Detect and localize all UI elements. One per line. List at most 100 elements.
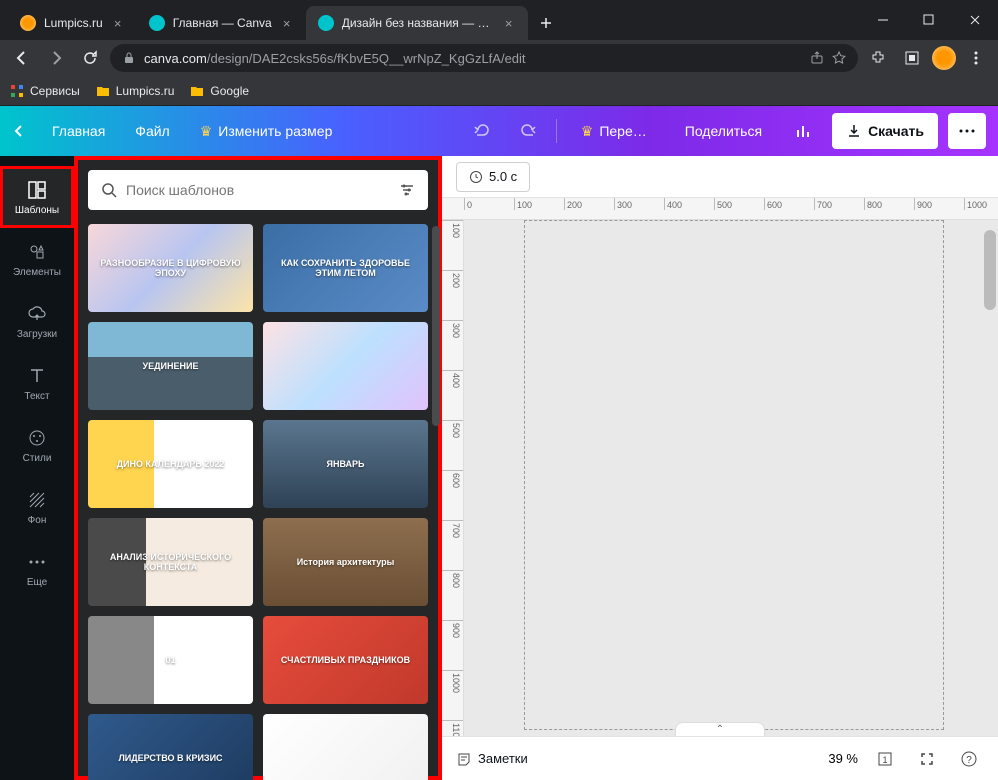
menu-icon[interactable] <box>962 44 990 72</box>
sidebar-item-background[interactable]: Фон <box>0 476 74 538</box>
zoom-value[interactable]: 39 % <box>828 751 858 766</box>
more-button[interactable] <box>948 113 986 149</box>
profile-avatar[interactable] <box>932 46 956 70</box>
ruler-tick: 500 <box>714 198 764 210</box>
template-card-6[interactable]: АНАЛИЗ ИСТОРИЧЕСКОГО КОНТЕКСТА <box>88 518 253 606</box>
star-icon[interactable] <box>832 51 846 65</box>
reload-button[interactable] <box>76 44 104 72</box>
notes-button[interactable]: Заметки <box>456 751 528 767</box>
close-icon[interactable]: × <box>111 16 125 30</box>
canvas-viewport[interactable] <box>464 220 998 780</box>
filters-icon[interactable] <box>398 181 416 199</box>
forward-button[interactable] <box>42 44 70 72</box>
sidebar-item-uploads[interactable]: Загрузки <box>0 290 74 352</box>
download-button[interactable]: Скачать <box>832 113 938 149</box>
bookmark-google[interactable]: Google <box>190 84 249 98</box>
extensions-icon[interactable] <box>864 44 892 72</box>
rail-label: Стили <box>23 453 52 464</box>
design-page[interactable] <box>524 220 944 730</box>
template-card-8[interactable]: 01 <box>88 616 253 704</box>
sidebar-item-styles[interactable]: Стили <box>0 414 74 476</box>
bookmark-lumpics[interactable]: Lumpics.ru <box>96 84 175 98</box>
undo-button[interactable] <box>464 113 500 149</box>
clock-icon <box>469 170 483 184</box>
publish-button[interactable]: ♛Пере… <box>567 113 661 149</box>
close-icon[interactable]: × <box>280 16 294 30</box>
duration-value: 5.0 с <box>489 169 517 184</box>
template-card-5[interactable]: ЯНВАРЬ <box>263 420 428 508</box>
close-icon[interactable]: × <box>502 16 516 30</box>
resize-label: Изменить размер <box>218 123 332 139</box>
template-title: ЯНВАРЬ <box>323 455 369 473</box>
template-card-9[interactable]: СЧАСТЛИВЫХ ПРАЗДНИКОВ <box>263 616 428 704</box>
search-box[interactable] <box>88 170 428 210</box>
templates-grid: РАЗНООБРАЗИЕ В ЦИФРОВУЮ ЭПОХУ КАК СОХРАНИ… <box>88 224 428 780</box>
bookmark-label: Google <box>210 84 249 98</box>
duration-chip[interactable]: 5.0 с <box>456 162 530 192</box>
browser-tab-2[interactable]: Дизайн без названия — 1920 × <box>306 6 528 40</box>
share-button[interactable]: Поделиться <box>671 113 776 149</box>
template-card-1[interactable]: КАК СОХРАНИТЬ ЗДОРОВЬЕ ЭТИМ ЛЕТОМ <box>263 224 428 312</box>
template-card-0[interactable]: РАЗНООБРАЗИЕ В ЦИФРОВУЮ ЭПОХУ <box>88 224 253 312</box>
fullscreen-button[interactable] <box>912 744 942 774</box>
help-button[interactable]: ? <box>954 744 984 774</box>
lock-icon <box>122 51 136 65</box>
app-icon[interactable] <box>898 44 926 72</box>
download-label: Скачать <box>868 123 924 139</box>
text-icon <box>26 365 48 387</box>
template-title: История архитектуры <box>293 553 399 571</box>
ruler-tick: 300 <box>614 198 664 210</box>
ruler-horizontal: 01002003004005006007008009001000 <box>442 198 998 220</box>
template-card-10[interactable]: ЛИДЕРСТВО В КРИЗИС <box>88 714 253 780</box>
resize-button[interactable]: ♛ Изменить размер <box>190 115 343 148</box>
template-card-4[interactable]: ДИНО КАЛЕНДАРЬ 2022 <box>88 420 253 508</box>
new-tab-button[interactable] <box>532 9 560 37</box>
template-title: СЧАСТЛИВЫХ ПРАЗДНИКОВ <box>277 651 414 669</box>
crown-icon: ♛ <box>200 123 213 140</box>
maximize-button[interactable] <box>906 0 952 40</box>
bookmark-apps[interactable]: Сервисы <box>10 84 80 98</box>
close-button[interactable] <box>952 0 998 40</box>
redo-button[interactable] <box>510 113 546 149</box>
svg-text:?: ? <box>966 755 972 766</box>
template-card-11[interactable] <box>263 714 428 780</box>
pages-button[interactable]: 1 <box>870 744 900 774</box>
template-card-3[interactable] <box>263 322 428 410</box>
minimize-button[interactable] <box>860 0 906 40</box>
file-menu[interactable]: Файл <box>125 115 179 147</box>
bookmark-label: Lumpics.ru <box>116 84 175 98</box>
sidebar-item-elements[interactable]: Элементы <box>0 228 74 290</box>
search-input[interactable] <box>126 182 390 198</box>
bookmarks-bar: Сервисы Lumpics.ru Google <box>0 76 998 106</box>
ruler-tick: 1000 <box>442 670 463 720</box>
chart-publish-icon[interactable] <box>786 113 822 149</box>
template-title: ЛИДЕРСТВО В КРИЗИС <box>114 749 226 767</box>
panel-scrollbar[interactable] <box>432 226 440 426</box>
window-controls <box>860 0 998 40</box>
template-card-2[interactable]: УЕДИНЕНИЕ <box>88 322 253 410</box>
sidebar-item-text[interactable]: Текст <box>0 352 74 414</box>
template-title: РАЗНООБРАЗИЕ В ЦИФРОВУЮ ЭПОХУ <box>88 254 253 282</box>
collapse-handle[interactable]: ⌃ <box>675 722 765 736</box>
address-bar[interactable]: canva.com/design/DAE2csks56s/fKbvE5Q__wr… <box>110 44 858 72</box>
more-icon <box>26 551 48 573</box>
share-icon[interactable] <box>810 51 824 65</box>
back-chevron-icon[interactable] <box>12 124 26 138</box>
template-title: 01 <box>161 651 179 669</box>
templates-panel: РАЗНООБРАЗИЕ В ЦИФРОВУЮ ЭПОХУ КАК СОХРАНИ… <box>74 156 442 780</box>
browser-tab-0[interactable]: Lumpics.ru × <box>8 6 137 40</box>
template-title: АНАЛИЗ ИСТОРИЧЕСКОГО КОНТЕКСТА <box>88 548 253 576</box>
sidebar-item-templates[interactable]: Шаблоны <box>0 166 74 228</box>
ruler-tick: 400 <box>664 198 714 210</box>
favicon <box>149 15 165 31</box>
template-card-7[interactable]: История архитектуры <box>263 518 428 606</box>
toolbar-row: 5.0 с <box>442 156 998 198</box>
home-link[interactable]: Главная <box>42 115 115 147</box>
back-button[interactable] <box>8 44 36 72</box>
canvas-scrollbar[interactable] <box>984 230 996 310</box>
sidebar-item-more[interactable]: Еще <box>0 538 74 600</box>
ruler-tick: 900 <box>914 198 964 210</box>
notes-label: Заметки <box>478 751 528 766</box>
favicon <box>20 15 36 31</box>
browser-tab-1[interactable]: Главная — Canva × <box>137 6 306 40</box>
